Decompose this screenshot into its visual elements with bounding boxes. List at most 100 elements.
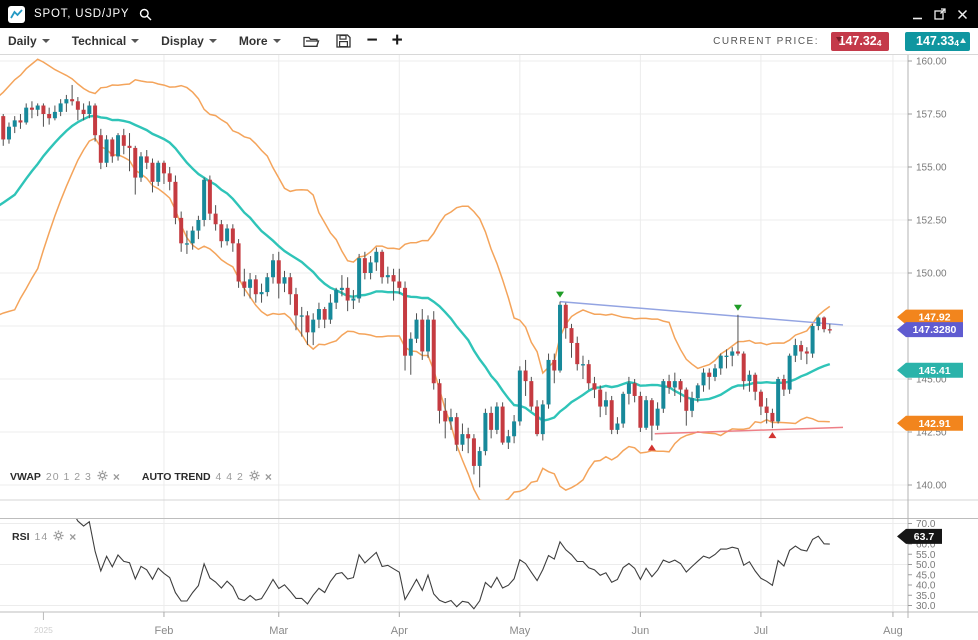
candle <box>816 318 820 326</box>
candle <box>541 404 545 434</box>
candle <box>202 180 206 220</box>
candle <box>196 220 200 231</box>
candle <box>736 351 740 353</box>
pane-borders <box>0 55 978 618</box>
candle <box>277 260 281 283</box>
rsi-line <box>0 486 830 609</box>
candle <box>283 277 287 283</box>
sell-price-badge[interactable]: 147.324 <box>831 32 889 51</box>
candle <box>432 320 436 384</box>
buy-price-value: 147.33 <box>916 34 954 48</box>
menu-display[interactable]: Display <box>161 34 217 48</box>
buy-price-badge[interactable]: 147.334 <box>905 32 970 51</box>
swing-high-marker-icon <box>734 305 742 311</box>
candle <box>214 214 218 225</box>
candle <box>512 421 516 436</box>
zoom-out-button[interactable]: − <box>367 33 378 49</box>
candle <box>558 305 562 371</box>
menu-more[interactable]: More <box>239 34 281 48</box>
candle <box>702 373 706 386</box>
open-layout-folder-icon[interactable] <box>303 34 320 48</box>
candle <box>811 326 815 354</box>
candle <box>294 294 298 315</box>
candle <box>788 356 792 390</box>
month-label: Apr <box>391 625 408 637</box>
price-tick-label: 155.00 <box>916 163 947 174</box>
auto-trend-legend-params: 4 4 2 <box>216 471 244 483</box>
candle <box>627 383 631 394</box>
candle <box>254 279 258 294</box>
main-pane-legend: VWAP 20 1 2 3 × AUTO TREND 4 4 2 × <box>10 470 272 484</box>
price-tick-label: 152.50 <box>916 216 947 227</box>
candle <box>765 407 769 413</box>
candle <box>110 139 114 156</box>
price-chart-canvas[interactable]: 160.00157.50155.00152.50150.00147.50145.… <box>0 55 978 640</box>
candle <box>690 398 694 411</box>
candle <box>598 390 602 407</box>
price-up-arrow-icon <box>960 35 966 43</box>
auto-trend-line-0 <box>560 302 843 325</box>
menu-label: Daily <box>8 34 37 48</box>
candle <box>145 156 149 162</box>
close-icon[interactable] <box>957 9 968 20</box>
candle <box>346 288 350 301</box>
candle <box>501 407 505 443</box>
vwap-remove-icon[interactable]: × <box>113 472 120 482</box>
auto-trend-settings-gear-icon[interactable] <box>249 470 260 484</box>
candle <box>667 381 671 387</box>
chevron-down-icon <box>273 39 281 47</box>
candle <box>13 120 17 126</box>
candle <box>420 320 424 352</box>
search-icon[interactable] <box>139 8 152 21</box>
rsi-settings-gear-icon[interactable] <box>53 530 64 544</box>
candle <box>173 182 177 218</box>
sell-price-pip: 4 <box>877 38 882 48</box>
month-label: Jul <box>754 625 768 637</box>
candle <box>449 417 453 421</box>
candle <box>564 305 568 328</box>
candle <box>208 180 212 214</box>
sell-price-value: 147.32 <box>839 34 877 48</box>
price-tick-label: 157.50 <box>916 110 947 121</box>
auto-trend-remove-icon[interactable]: × <box>265 472 272 482</box>
candle <box>386 275 390 277</box>
vwap-settings-gear-icon[interactable] <box>97 470 108 484</box>
price-tick-label: 140.00 <box>916 481 947 492</box>
year-label: 2025 <box>34 625 53 635</box>
candle <box>615 424 619 430</box>
candle <box>219 224 223 241</box>
chevron-down-icon <box>209 39 217 47</box>
minimize-icon[interactable] <box>912 9 923 20</box>
candle <box>535 407 539 435</box>
candle <box>380 252 384 277</box>
svg-text:63.7: 63.7 <box>914 531 935 543</box>
candle <box>105 139 109 162</box>
candle <box>150 163 154 182</box>
candle <box>570 328 574 343</box>
zoom-in-button[interactable]: + <box>392 33 403 49</box>
candle <box>237 243 241 281</box>
month-label: May <box>509 625 530 637</box>
menu-technical[interactable]: Technical <box>72 34 139 48</box>
candle <box>30 108 34 110</box>
candle <box>133 148 137 178</box>
candle <box>242 281 246 287</box>
candle <box>162 163 166 174</box>
rsi-remove-icon[interactable]: × <box>69 532 76 542</box>
candle <box>443 411 447 422</box>
candle <box>460 434 464 445</box>
candle <box>747 375 751 381</box>
swing-low-marker-icon <box>648 444 656 450</box>
candle <box>41 106 45 114</box>
candle <box>696 385 700 398</box>
candle <box>770 413 774 421</box>
chart-title: SPOT, USD/JPY <box>34 8 129 20</box>
menu-timeframe-daily[interactable]: Daily <box>8 34 50 48</box>
candle <box>730 351 734 355</box>
candle <box>179 218 183 243</box>
save-layout-icon[interactable] <box>336 34 351 48</box>
rsi-value-badge: 63.7 <box>897 529 942 544</box>
candle <box>340 288 344 290</box>
popout-icon[interactable] <box>934 8 946 20</box>
candle <box>793 345 797 356</box>
